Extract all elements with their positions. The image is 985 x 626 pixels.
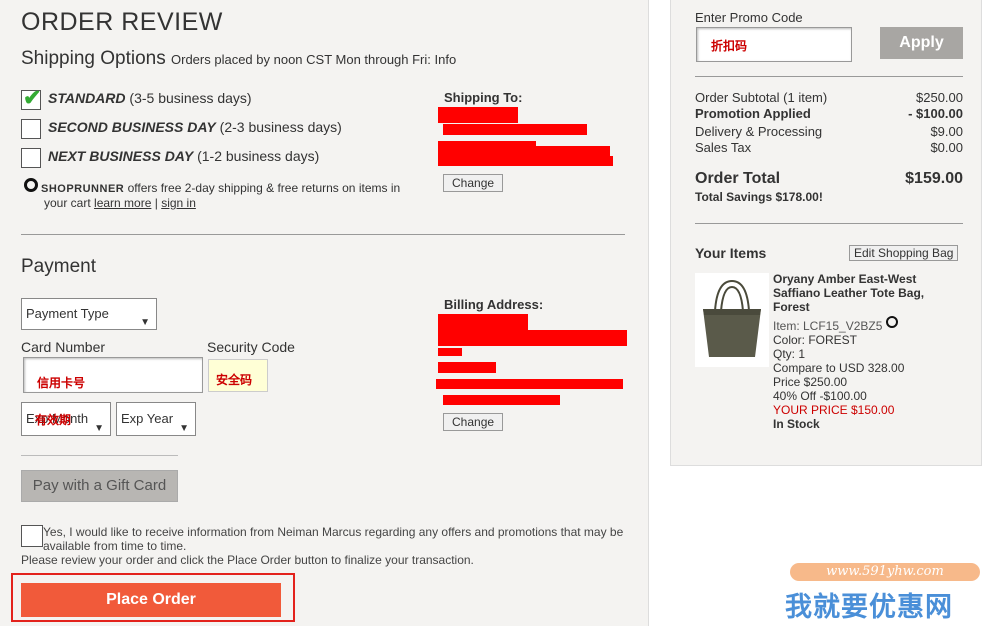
shoprunner-logo-icon <box>24 178 38 192</box>
page-title: ORDER REVIEW <box>21 8 223 36</box>
shipping-second-day-checkbox[interactable] <box>21 119 41 139</box>
redacted-address-block <box>443 124 587 135</box>
watermark-url: www.591yhw.com <box>790 563 980 581</box>
shipping-standard-checkbox[interactable]: ✔ <box>21 85 42 110</box>
card-number-label: Card Number <box>21 339 106 355</box>
shipping-to-label: Shipping To: <box>444 90 523 105</box>
order-total-row: Order Total $159.00 <box>695 170 963 188</box>
link-separator: | <box>154 196 158 210</box>
row-value: $9.00 <box>930 124 963 139</box>
shipping-change-button[interactable]: Change <box>443 174 504 192</box>
divider <box>695 76 963 77</box>
billing-address-label: Billing Address: <box>444 297 544 312</box>
redacted-address-block <box>436 379 623 389</box>
product-your-price: YOUR PRICE $150.00 <box>773 403 895 417</box>
option-name: NEXT BUSINESS DAY <box>48 148 194 164</box>
gift-card-button[interactable]: Pay with a Gift Card <box>21 470 178 502</box>
product-compare-price: Compare to USD 328.00 <box>773 361 905 375</box>
option-days: (2-3 business days) <box>215 119 342 135</box>
product-image[interactable] <box>695 273 769 367</box>
summary-row-subtotal: Order Subtotal (1 item) $250.00 <box>695 90 963 105</box>
redacted-address-block <box>438 156 613 166</box>
exp-month-select[interactable]: Exp Month ▼ 有效期 <box>21 402 111 436</box>
product-color: Color: FOREST <box>773 333 858 347</box>
payment-type-select[interactable]: Payment Type ▼ <box>21 298 157 330</box>
consent-checkbox[interactable] <box>21 525 43 547</box>
shipping-next-day-checkbox[interactable] <box>21 148 41 168</box>
shipping-option-next-day[interactable]: NEXT BUSINESS DAY (1-2 business days) <box>48 148 319 164</box>
exp-date-overlay: 有效期 <box>35 413 72 427</box>
dropdown-arrow-icon: ▼ <box>179 423 189 434</box>
shoprunner-logo-text: SHOPRUNNER <box>41 183 125 195</box>
watermark-text: 我就要优惠网 <box>785 592 953 622</box>
product-item-number: Item: LCF15_V2BZ5 <box>773 319 883 333</box>
divider <box>695 223 963 224</box>
redacted-address-block <box>443 395 560 405</box>
row-label: Promotion Applied <box>695 106 811 121</box>
product-price: Price $250.00 <box>773 375 848 389</box>
promo-code-input[interactable]: 折扣码 <box>696 27 852 62</box>
shoprunner-links: your cart learn more | sign in <box>44 196 196 210</box>
dropdown-arrow-icon: ▼ <box>140 317 150 328</box>
payment-type-value: Payment Type <box>26 306 109 321</box>
product-stock-status: In Stock <box>773 417 820 431</box>
promo-code-label: Enter Promo Code <box>695 10 803 25</box>
card-number-input[interactable]: 信用卡号 <box>23 357 203 393</box>
row-label: Sales Tax <box>695 140 752 155</box>
shoprunner-logo-icon <box>886 316 898 328</box>
exp-year-value: Exp Year <box>121 411 174 426</box>
promo-code-value: 折扣码 <box>711 39 748 53</box>
shipping-note[interactable]: Orders placed by noon CST Mon through Fr… <box>171 52 456 67</box>
payment-heading: Payment <box>21 256 96 277</box>
shipping-option-standard[interactable]: STANDARD (3-5 business days) <box>48 90 252 106</box>
row-value: $250.00 <box>916 90 963 105</box>
order-total-label: Order Total <box>695 170 781 187</box>
shipping-option-second-day[interactable]: SECOND BUSINESS DAY (2-3 business days) <box>48 119 342 135</box>
shipping-options-heading: Shipping Options Orders placed by noon C… <box>21 48 456 70</box>
checkmark-icon: ✔ <box>23 85 42 110</box>
security-code-label: Security Code <box>207 339 295 355</box>
your-items-heading: Your Items <box>695 245 767 261</box>
place-order-button[interactable]: Place Order <box>21 583 281 617</box>
product-name[interactable]: Oryany Amber East-West Saffiano Leather … <box>773 272 963 314</box>
security-code-input[interactable]: 安全码 <box>208 359 268 392</box>
divider <box>21 234 625 235</box>
order-total-value: $159.00 <box>905 170 963 187</box>
learn-more-link[interactable]: learn more <box>94 196 151 210</box>
option-name: SECOND BUSINESS DAY <box>48 119 216 135</box>
option-name: STANDARD <box>48 90 126 106</box>
sign-in-link[interactable]: sign in <box>161 196 196 210</box>
option-days: (1-2 business days) <box>193 148 320 164</box>
dropdown-arrow-icon: ▼ <box>94 423 104 434</box>
consent-text: Yes, I would like to receive information… <box>43 525 624 553</box>
redacted-address-block <box>438 107 518 123</box>
tote-bag-image <box>703 279 761 357</box>
edit-shopping-bag-button[interactable]: Edit Shopping Bag <box>849 245 959 261</box>
summary-row-delivery: Delivery & Processing $9.00 <box>695 124 963 139</box>
option-days: (3-5 business days) <box>125 90 252 106</box>
redacted-address-block <box>438 362 496 373</box>
row-label: Order Subtotal (1 item) <box>695 90 828 105</box>
summary-row-tax: Sales Tax $0.00 <box>695 140 963 155</box>
exp-year-select[interactable]: Exp Year ▼ <box>116 402 196 436</box>
divider <box>21 455 178 456</box>
product-qty: Qty: 1 <box>773 347 806 361</box>
row-value: $0.00 <box>930 140 963 155</box>
shoprunner-text: offers free 2-day shipping & free return… <box>127 181 401 195</box>
redacted-address-block <box>438 330 627 346</box>
total-savings: Total Savings $178.00! <box>695 190 823 204</box>
card-number-value: 信用卡号 <box>37 376 86 390</box>
security-code-value: 安全码 <box>216 373 253 387</box>
billing-change-button[interactable]: Change <box>443 413 504 431</box>
summary-row-promotion: Promotion Applied - $100.00 <box>695 106 963 121</box>
redacted-address-block <box>438 348 462 356</box>
apply-button[interactable]: Apply <box>880 27 963 59</box>
row-label: Delivery & Processing <box>695 124 823 139</box>
product-discount: 40% Off -$100.00 <box>773 389 867 403</box>
review-instructions: Please review your order and click the P… <box>21 553 474 567</box>
shoprunner-text-2: your cart <box>44 196 91 210</box>
shipping-heading-text: Shipping Options <box>21 48 166 69</box>
row-value: - $100.00 <box>908 106 963 121</box>
